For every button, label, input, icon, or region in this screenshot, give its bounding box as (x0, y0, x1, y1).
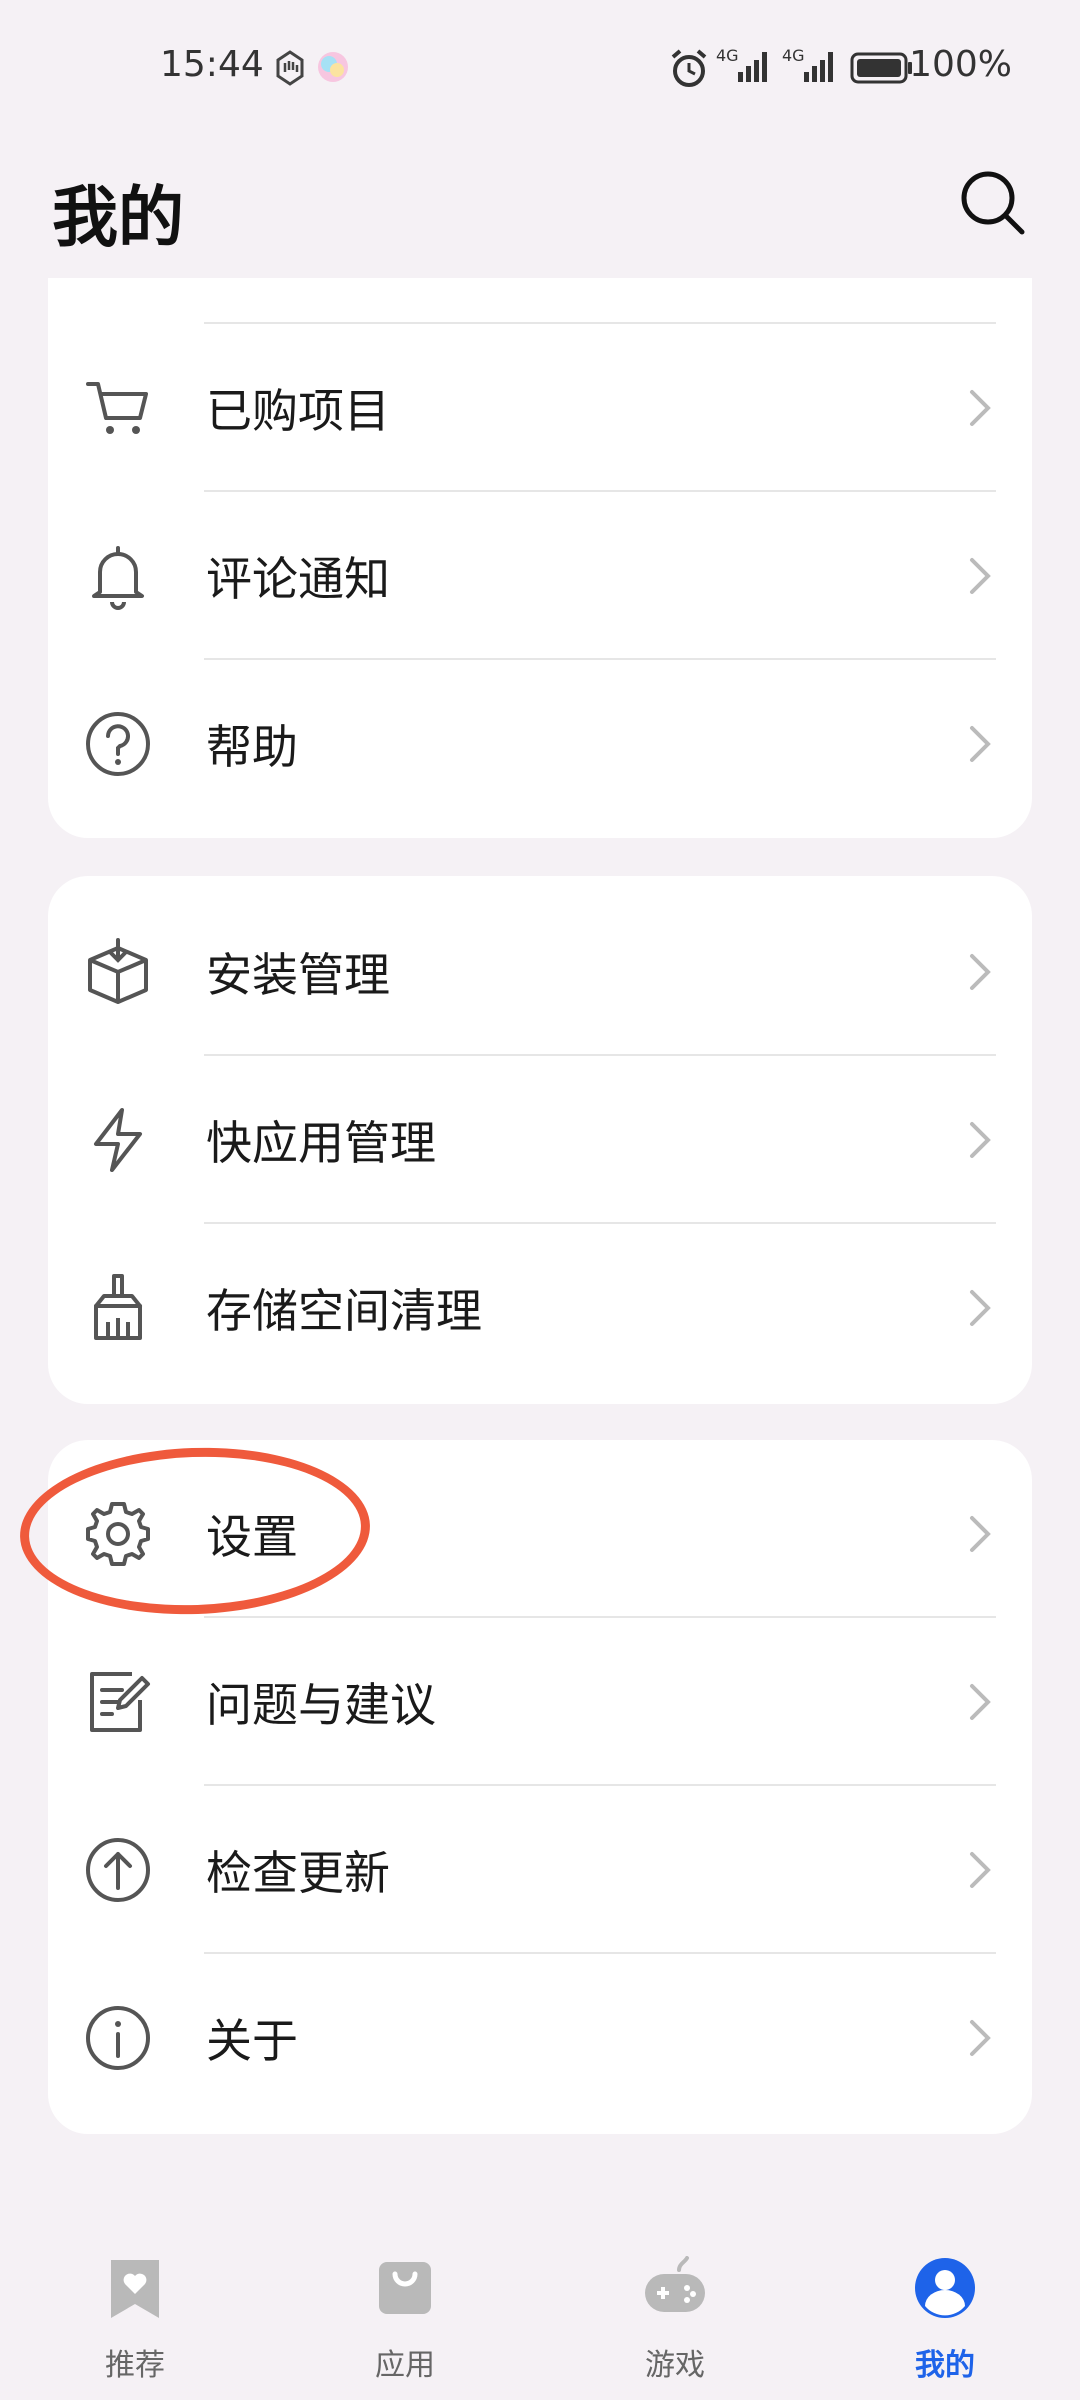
nav-recommend[interactable]: 推荐 (35, 2230, 235, 2400)
chevron-right-icon (970, 558, 991, 594)
row-storage-clean[interactable]: 存储空间清理 (48, 1224, 1032, 1392)
chevron-right-icon (970, 390, 991, 426)
signal-bars-1-icon (738, 52, 767, 82)
cart-icon (86, 382, 148, 434)
row-label: 已购项目 (206, 384, 390, 438)
chevron-right-icon (970, 1516, 991, 1552)
row-install-manage[interactable]: 安装管理 (48, 888, 1032, 1056)
hand-icon (276, 50, 304, 86)
gamepad-icon (645, 2256, 705, 2312)
nav-mine[interactable]: 我的 (845, 2230, 1045, 2400)
profile-icon (915, 2258, 975, 2318)
row-label: 检查更新 (206, 1846, 390, 1900)
row-check-update[interactable]: 检查更新 (48, 1786, 1032, 1954)
status-bar: 15:44 4G 4G 100% (0, 0, 1080, 140)
row-purchased[interactable]: 已购项目 (48, 324, 1032, 492)
nav-label: 推荐 (105, 2348, 165, 2383)
row-label: 安装管理 (206, 948, 390, 1002)
bottom-nav: 推荐 应用 游戏 我的 (0, 2230, 1080, 2400)
signal-bars-2-icon (804, 52, 833, 82)
row-feedback[interactable]: 问题与建议 (48, 1618, 1032, 1786)
chevron-right-icon (970, 1290, 991, 1326)
row-label: 存储空间清理 (206, 1284, 482, 1338)
nav-apps[interactable]: 应用 (305, 2230, 505, 2400)
nav-label: 游戏 (645, 2348, 705, 2383)
nav-label: 应用 (375, 2348, 435, 2383)
alarm-icon (671, 49, 707, 87)
row-label: 关于 (206, 2014, 298, 2068)
upload-icon (86, 1838, 150, 1902)
battery-icon (850, 52, 912, 84)
lightning-icon (94, 1108, 142, 1172)
chevron-right-icon (970, 1852, 991, 1888)
row-label: 评论通知 (206, 552, 390, 606)
header: 我的 (0, 140, 1080, 280)
page-title: 我的 (52, 179, 184, 256)
color-app-icon (318, 52, 348, 82)
chevron-right-icon (970, 954, 991, 990)
row-about[interactable]: 关于 (48, 1954, 1032, 2122)
bell-icon (92, 546, 144, 610)
status-time: 15:44 (160, 44, 264, 85)
row-label: 问题与建议 (206, 1678, 436, 1732)
row-comment-notice[interactable]: 评论通知 (48, 492, 1032, 660)
broom-icon (94, 1274, 142, 1340)
info-icon (86, 2006, 150, 2070)
feedback-icon (90, 1672, 150, 1732)
row-quick-app[interactable]: 快应用管理 (48, 1056, 1032, 1224)
nav-label: 我的 (915, 2348, 975, 2383)
help-icon (86, 712, 150, 776)
recommend-icon (111, 2260, 159, 2318)
chevron-right-icon (970, 726, 991, 762)
row-help[interactable]: 帮助 (48, 660, 1032, 828)
battery-percent: 100% (909, 44, 1012, 85)
card-account: 已购项目 评论通知 帮助 (48, 278, 1032, 838)
search-icon[interactable] (956, 166, 1028, 238)
package-icon (88, 938, 148, 1004)
apps-icon (379, 2262, 431, 2314)
chevron-right-icon (970, 2020, 991, 2056)
chevron-right-icon (970, 1684, 991, 1720)
row-label: 帮助 (206, 720, 298, 774)
nav-games[interactable]: 游戏 (575, 2230, 775, 2400)
card-management: 安装管理 快应用管理 存储空间清理 (48, 876, 1032, 1404)
chevron-right-icon (970, 1122, 991, 1158)
row-label: 快应用管理 (206, 1116, 436, 1170)
